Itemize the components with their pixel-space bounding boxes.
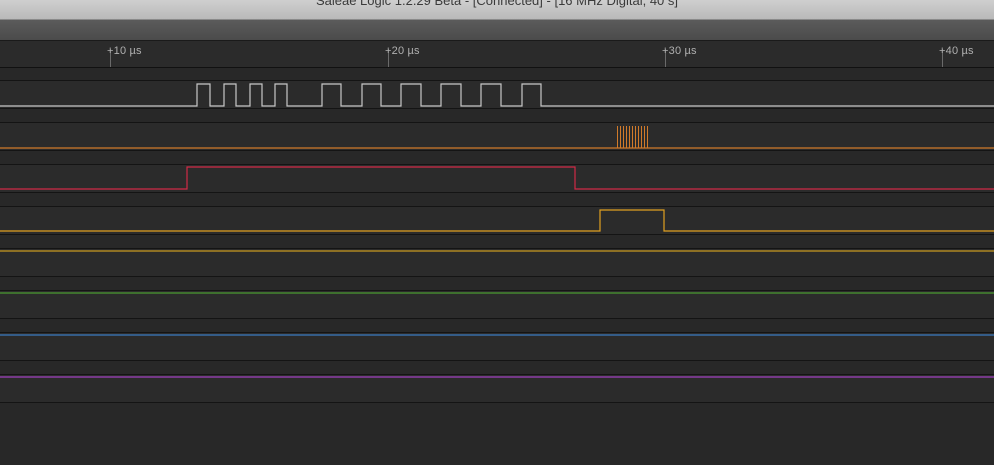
tick-label-20us: +20 µs bbox=[385, 45, 420, 57]
tick-label-40us: +40 µs bbox=[939, 45, 974, 57]
lane-separators bbox=[0, 80, 994, 402]
lane-bg-3 bbox=[0, 206, 994, 234]
lane-bg-1 bbox=[0, 122, 994, 150]
window-titlebar: Saleae Logic 1.2.29 Beta - [Connected] -… bbox=[0, 0, 994, 20]
toolbar bbox=[0, 20, 994, 41]
tick-label-10us: +10 µs bbox=[107, 45, 142, 57]
lane-bg-2 bbox=[0, 164, 994, 192]
lane-bg-7 bbox=[0, 374, 994, 402]
lane-bg-5 bbox=[0, 290, 994, 318]
waveform-area[interactable] bbox=[0, 68, 994, 465]
window-title: Saleae Logic 1.2.29 Beta - [Connected] -… bbox=[315, 0, 679, 8]
time-ruler: +10 µs +20 µs +30 µs +40 µs bbox=[0, 41, 994, 68]
tick-label-30us: +30 µs bbox=[662, 45, 697, 57]
lane-bg-4 bbox=[0, 248, 994, 276]
lane-bg-6 bbox=[0, 332, 994, 360]
